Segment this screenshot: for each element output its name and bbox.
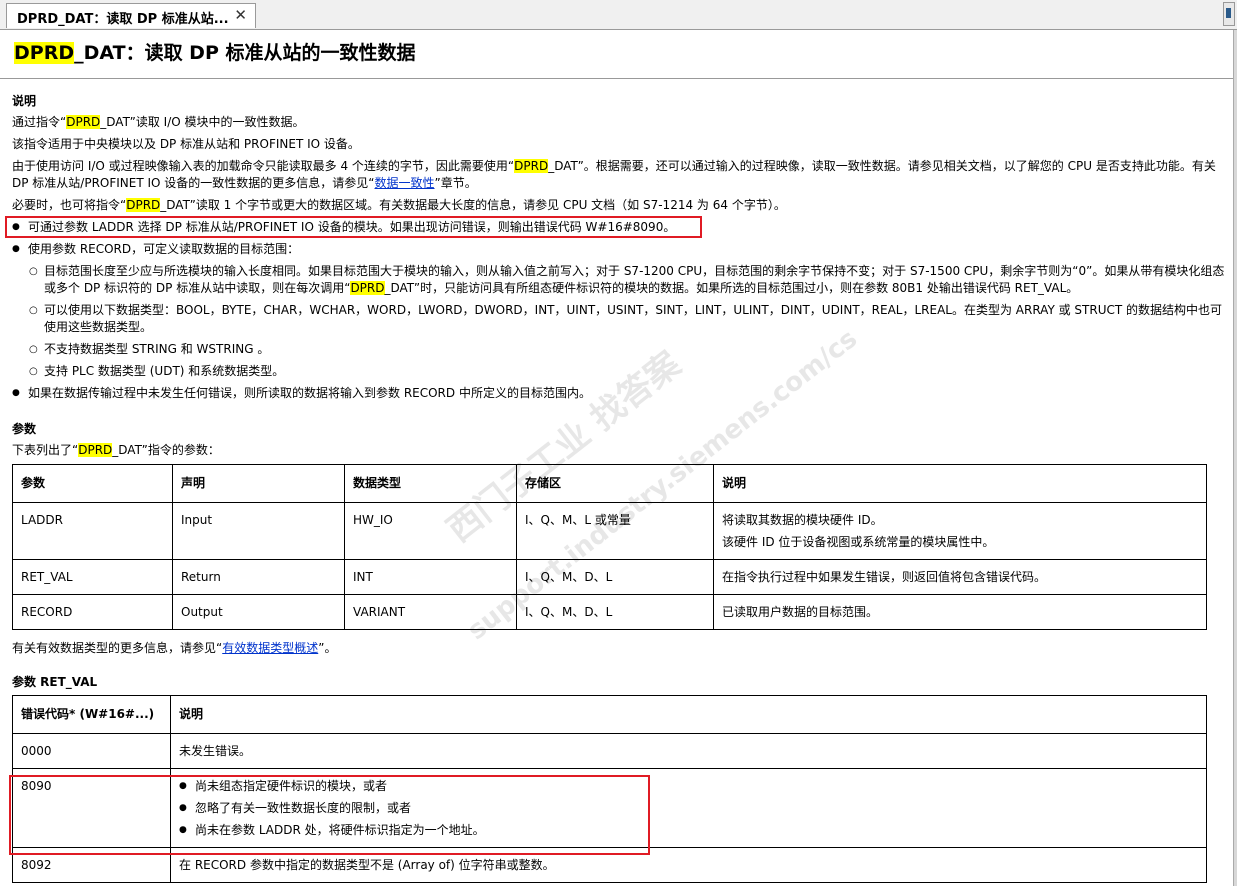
table-row: LADDR Input HW_IO I、Q、M、L 或常量 将读取其数据的模块硬…	[12, 502, 1207, 560]
title-highlight: DPRD	[14, 42, 75, 64]
tab-bar: DPRD_DAT：读取 DP 标准从站... ✕	[0, 0, 1237, 30]
link-valid-data-types[interactable]: 有效数据类型概述	[222, 641, 318, 655]
param-name: RECORD	[12, 594, 173, 630]
param-name: RET_VAL	[12, 559, 173, 595]
col-header: 参数	[12, 464, 173, 503]
col-header: 存储区	[516, 464, 714, 503]
table-row: 0000 未发生错误。	[12, 733, 1207, 769]
col-header: 说明	[170, 695, 1207, 734]
link-data-consistency[interactable]: 数据一致性	[375, 176, 435, 190]
subbullet-udt: 支持 PLC 数据类型 (UDT) 和系统数据类型。	[12, 363, 1230, 380]
subbullet-target-length: 目标范围长度至少应与所选模块的输入长度相同。如果目标范围大于模块的输入，则从输入…	[12, 263, 1230, 297]
main-content: 说明 通过指令“DPRD_DAT”读取 I/O 模块中的一致性数据。 该指令适用…	[12, 92, 1230, 883]
param-name: LADDR	[12, 502, 173, 560]
params-table: 参数 声明 数据类型 存储区 说明 LADDR Input HW_IO I、Q、…	[12, 464, 1207, 630]
subbullet-data-types: 可以使用以下数据类型：BOOL，BYTE，CHAR，WCHAR，WORD，LWO…	[12, 302, 1230, 336]
col-header: 错误代码* (W#16#...)	[12, 695, 171, 734]
table-header-row: 错误代码* (W#16#...) 说明	[12, 695, 1207, 734]
param-decl: Input	[172, 502, 345, 560]
param-desc: 在指令执行过程中如果发生错误，则返回值将包含错误代码。	[713, 559, 1207, 595]
header-divider	[0, 78, 1237, 79]
page-title: DPRD_DAT：读取 DP 标准从站的一致性数据	[14, 38, 416, 65]
param-area: I、Q、M、D、L	[516, 559, 714, 595]
pane-restore-icon[interactable]	[1223, 2, 1235, 26]
desc-paragraph-1: 通过指令“DPRD_DAT”读取 I/O 模块中的一致性数据。	[12, 115, 305, 129]
subbullet-string: 不支持数据类型 STRING 和 WSTRING 。	[12, 341, 1230, 358]
param-type: INT	[344, 559, 517, 595]
annotation-box-laddr	[5, 216, 702, 238]
table-row: RET_VAL Return INT I、Q、M、D、L 在指令执行过程中如果发…	[12, 559, 1207, 595]
close-icon[interactable]: ✕	[234, 6, 247, 24]
section-heading-params: 参数	[12, 422, 37, 436]
bullet-no-error: 如果在数据传输过程中未发生任何错误，则所读取的数据将输入到参数 RECORD 中…	[12, 385, 1230, 402]
table-row: RECORD Output VARIANT I、Q、M、D、L 已读取用户数据的…	[12, 594, 1207, 630]
tab-title: DPRD_DAT：读取 DP 标准从站...	[17, 12, 229, 27]
param-desc: 已读取用户数据的目标范围。	[713, 594, 1207, 630]
col-header: 数据类型	[344, 464, 517, 503]
desc-paragraph-4: 必要时，也可将指令“DPRD_DAT”读取 1 个字节或更大的数据区域。有关数据…	[12, 198, 786, 212]
param-type: VARIANT	[344, 594, 517, 630]
params-footer: 有关有效数据类型的更多信息，请参见“有效数据类型概述”。	[12, 641, 337, 655]
title-text: _DAT：读取 DP 标准从站的一致性数据	[74, 42, 416, 64]
error-code: 0000	[12, 733, 171, 769]
desc-paragraph-3: 由于使用访问 I/O 或过程映像输入表的加载命令只能读取最多 4 个连续的字节，…	[12, 159, 1216, 190]
param-desc: 将读取其数据的模块硬件 ID。 该硬件 ID 位于设备视图或系统常量的模块属性中…	[713, 502, 1207, 560]
params-intro: 下表列出了“DPRD_DAT”指令的参数：	[12, 443, 220, 457]
splitter[interactable]	[1233, 30, 1237, 886]
param-decl: Output	[172, 594, 345, 630]
bullet-record: 使用参数 RECORD，可定义读取数据的目标范围：	[12, 241, 1230, 258]
error-desc: 未发生错误。	[170, 733, 1207, 769]
col-header: 声明	[172, 464, 345, 503]
param-type: HW_IO	[344, 502, 517, 560]
param-decl: Return	[172, 559, 345, 595]
table-header-row: 参数 声明 数据类型 存储区 说明	[12, 464, 1207, 503]
param-area: I、Q、M、D、L	[516, 594, 714, 630]
annotation-box-8090	[9, 775, 650, 855]
section-heading-retval: 参数 RET_VAL	[12, 675, 98, 689]
desc-paragraph-2: 该指令适用于中央模块以及 DP 标准从站和 PROFINET IO 设备。	[12, 137, 360, 151]
col-header: 说明	[713, 464, 1207, 503]
param-area: I、Q、M、L 或常量	[516, 502, 714, 560]
tab-dprd-dat[interactable]: DPRD_DAT：读取 DP 标准从站... ✕	[6, 3, 256, 28]
section-heading-description: 说明	[12, 94, 37, 108]
